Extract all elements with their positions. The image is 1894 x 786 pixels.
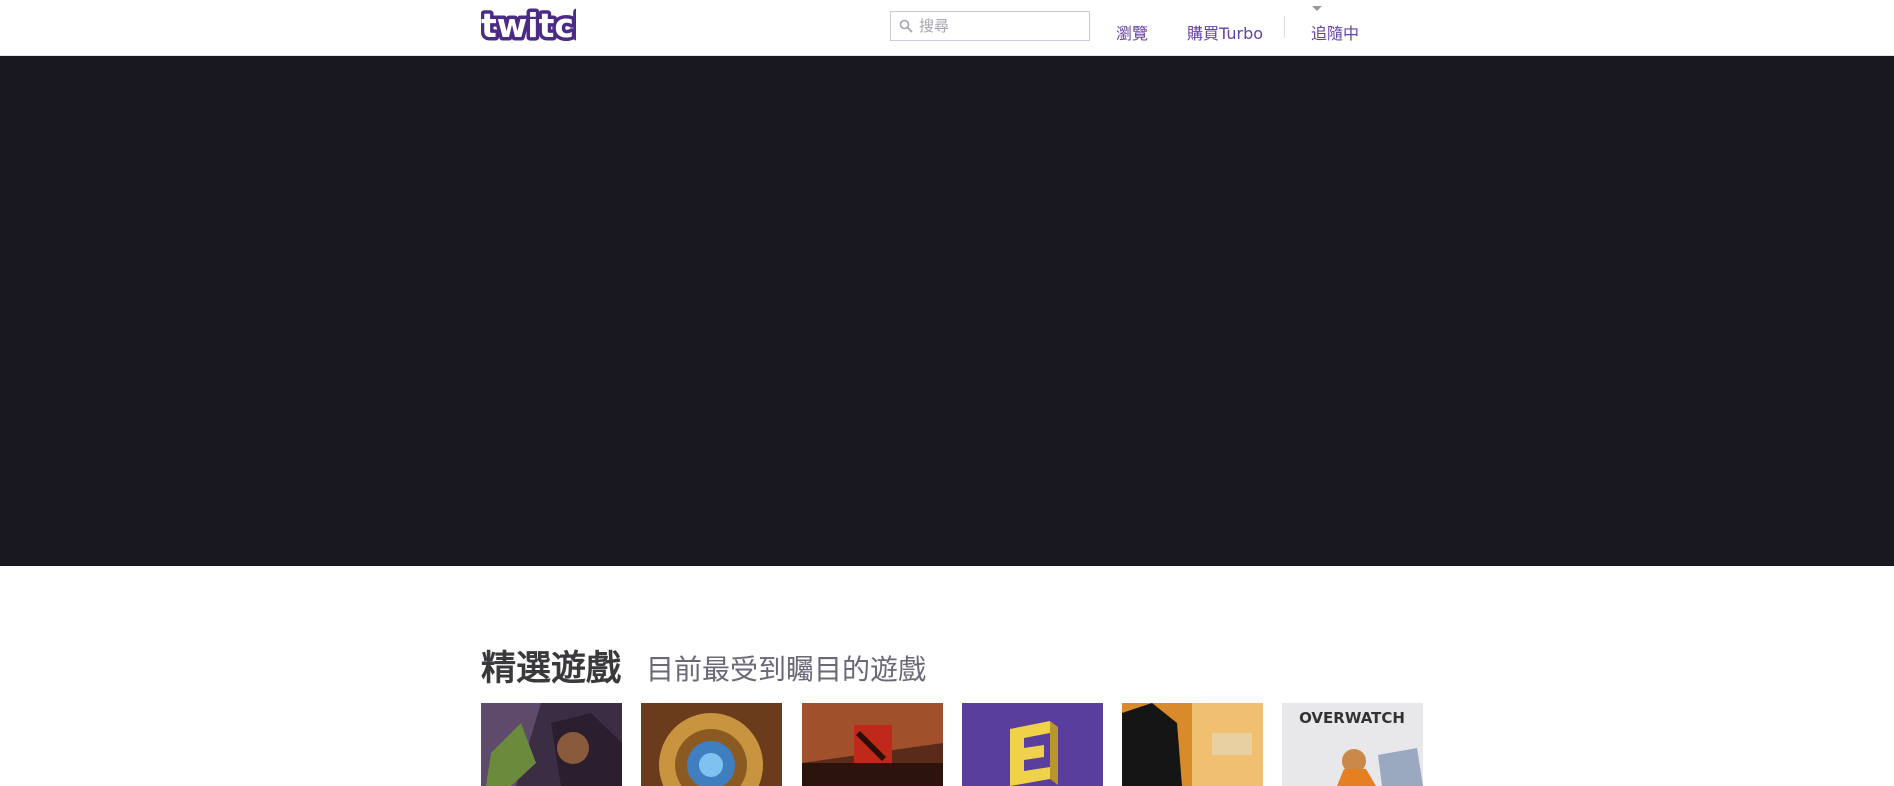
game-thumbnail-overwatch[interactable]: OVERWATCH <box>1282 703 1423 786</box>
game-thumbnail-dota[interactable] <box>802 703 943 786</box>
csgo-art-icon <box>1122 703 1263 786</box>
logo-text-fill: twitch <box>481 8 576 44</box>
nav-browse-link[interactable]: 瀏覽 <box>1116 20 1148 44</box>
top-navigation-bar: twitch twitch 瀏覽 購買Turbo 追隨中 <box>0 0 1894 56</box>
search-box[interactable] <box>890 11 1090 41</box>
overwatch-art-icon: OVERWATCH <box>1282 703 1423 786</box>
section-subtitle: 目前最受到矚目的遊戲 <box>646 653 927 686</box>
heroes-art-icon <box>481 703 622 786</box>
search-input[interactable] <box>919 13 1079 39</box>
overwatch-thumb-label: OVERWATCH <box>1299 709 1405 727</box>
nav-divider <box>1284 16 1285 38</box>
twitch-logo[interactable]: twitch twitch <box>478 3 601 49</box>
chevron-down-icon[interactable] <box>1312 6 1322 11</box>
game-thumbnail-e3[interactable] <box>962 703 1103 786</box>
game-thumbnail-csgo[interactable] <box>1122 703 1263 786</box>
nav-turbo-link[interactable]: 購買Turbo <box>1187 20 1263 44</box>
game-thumbnail-heroes[interactable] <box>481 703 622 786</box>
search-icon <box>899 19 913 33</box>
game-thumbnail-hearthstone[interactable] <box>641 703 782 786</box>
section-title: 精選遊戲 <box>481 649 622 689</box>
featured-video-player[interactable] <box>0 56 1894 566</box>
dota-art-icon <box>802 703 943 786</box>
nav-following-link[interactable]: 追隨中 <box>1311 20 1359 44</box>
e3-art-icon <box>962 703 1103 786</box>
hearthstone-art-icon <box>641 703 782 786</box>
